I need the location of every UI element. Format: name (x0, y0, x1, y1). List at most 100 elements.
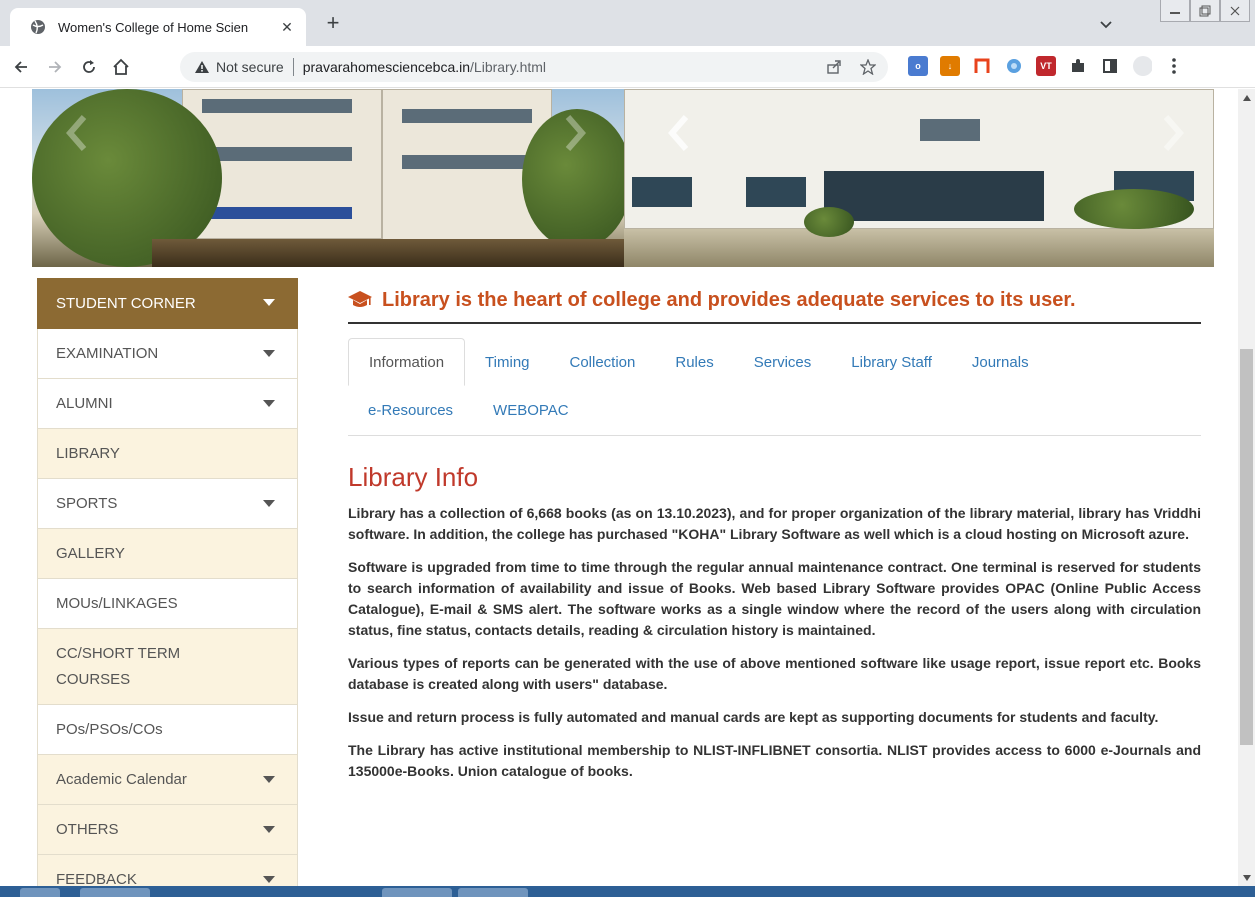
tab-services[interactable]: Services (734, 338, 832, 386)
scroll-down-icon[interactable] (1238, 869, 1255, 886)
extension-4-icon[interactable] (1004, 56, 1024, 76)
section-title: Library Info (348, 462, 479, 492)
caret-down-icon (263, 825, 275, 833)
sidebar-item-label: Academic Calendar (56, 771, 187, 788)
scroll-up-icon[interactable] (1238, 89, 1255, 106)
library-tabs: Information Timing Collection Rules Serv… (348, 338, 1201, 436)
tab-journals[interactable]: Journals (952, 338, 1049, 386)
paragraph: Library has a collection of 6,668 books … (348, 505, 1201, 542)
window-controls (1160, 0, 1250, 22)
warning-icon[interactable] (194, 59, 210, 75)
paragraph: Issue and return process is fully automa… (348, 709, 1159, 725)
graduation-cap-icon (348, 290, 374, 310)
sidebar-item-label: OTHERS (56, 821, 119, 838)
sidebar-item-sports[interactable]: SPORTS (37, 479, 298, 529)
tab-rules[interactable]: Rules (655, 338, 733, 386)
sidebar-item-mous-linkages[interactable]: MOUs/LINKAGES (37, 579, 298, 629)
sidebar-item-academic-calendar[interactable]: Academic Calendar (37, 755, 298, 805)
tab-row-2: e-Resources WEBOPAC (348, 386, 1201, 434)
chevron-right-icon[interactable] (1154, 109, 1194, 157)
security-label[interactable]: Not secure (216, 59, 284, 75)
browser-tab[interactable]: Women's College of Home Scien ✕ (10, 8, 306, 46)
sidebar-item-alumni[interactable]: ALUMNI (37, 379, 298, 429)
paragraph: Various types of reports can be generate… (348, 655, 1201, 692)
page-heading: Library is the heart of college and prov… (348, 278, 1201, 324)
extension-5-icon[interactable]: VT (1036, 56, 1056, 76)
profile-avatar-icon[interactable] (1132, 56, 1152, 76)
scrollbar-thumb[interactable] (1240, 349, 1253, 745)
caret-down-icon (263, 399, 275, 407)
sidebar-menu: STUDENT CORNER EXAMINATION ALUMNI LIBRAR… (37, 278, 298, 886)
close-window-icon[interactable] (1220, 0, 1250, 22)
taskbar-item[interactable] (458, 888, 528, 897)
reload-icon[interactable] (78, 56, 100, 78)
sidebar-item-label: MOUs/LINKAGES (56, 595, 178, 612)
tab-row-1: Information Timing Collection Rules Serv… (348, 338, 1201, 386)
sidebar-item-label: LIBRARY (56, 445, 120, 462)
heading-text: Library is the heart of college and prov… (382, 288, 1076, 311)
url-separator (292, 58, 294, 76)
back-arrow-icon[interactable] (10, 56, 32, 78)
paragraph: Software is upgraded from time to time t… (348, 559, 1201, 638)
taskbar-item[interactable] (80, 888, 150, 897)
chevron-left-icon[interactable] (56, 109, 96, 157)
taskbar-item[interactable] (20, 888, 60, 897)
tab-library-staff[interactable]: Library Staff (831, 338, 952, 386)
restore-icon[interactable] (1190, 0, 1220, 22)
sidepanel-icon[interactable] (1100, 56, 1120, 76)
paragraph: The Library has active institutional mem… (348, 742, 1201, 779)
extension-2-icon[interactable]: ↓ (940, 56, 960, 76)
share-icon[interactable] (826, 59, 842, 75)
web-page: STUDENT CORNER EXAMINATION ALUMNI LIBRAR… (0, 89, 1238, 886)
tab-collection[interactable]: Collection (550, 338, 656, 386)
chevron-left-icon[interactable] (658, 109, 698, 157)
caret-down-icon (263, 499, 275, 507)
sidebar-item-label: SPORTS (56, 495, 118, 512)
campus-courtyard-photo (624, 89, 1214, 267)
college-building-photo (32, 89, 632, 267)
url-text[interactable]: pravarahomesciencebca.in/Library.html (303, 59, 546, 75)
close-tab-icon[interactable]: ✕ (278, 19, 296, 36)
sidebar-item-feedback[interactable]: FEEDBACK (37, 855, 298, 886)
url-host: pravarahomesciencebca.in (302, 59, 471, 75)
sidebar-item-short-term-courses[interactable]: CC/SHORT TERM COURSES (37, 629, 298, 705)
star-icon[interactable] (860, 59, 876, 75)
minimize-icon[interactable] (1160, 0, 1190, 22)
sidebar-item-label: GALLERY (56, 545, 125, 562)
caret-down-icon (263, 875, 275, 883)
address-bar[interactable]: Not secure pravarahomesciencebca.in/Libr… (180, 52, 888, 82)
sidebar-item-student-corner[interactable]: STUDENT CORNER (37, 278, 298, 329)
taskbar-item[interactable] (382, 888, 452, 897)
sidebar-item-label: ALUMNI (56, 395, 113, 412)
chevron-down-icon[interactable] (1098, 16, 1114, 32)
sidebar-item-others[interactable]: OTHERS (37, 805, 298, 855)
tab-title: Women's College of Home Scien (58, 19, 249, 35)
globe-icon (30, 19, 46, 35)
sidebar-item-label: EXAMINATION (56, 345, 159, 362)
home-icon[interactable] (110, 56, 132, 78)
sidebar-item-gallery[interactable]: GALLERY (37, 529, 298, 579)
chevron-right-icon[interactable] (556, 109, 596, 157)
caret-down-icon (263, 299, 275, 306)
caret-down-icon (263, 775, 275, 783)
sidebar-item-pos-psos-cos[interactable]: POs/PSOs/COs (37, 705, 298, 755)
tab-timing[interactable]: Timing (465, 338, 549, 386)
sidebar-item-label: POs/PSOs/COs (56, 721, 163, 738)
browser-tabstrip: Women's College of Home Scien ✕ + (0, 0, 1255, 46)
tab-information[interactable]: Information (348, 338, 466, 386)
main-content: Library is the heart of college and prov… (348, 278, 1201, 782)
new-tab-button[interactable]: + (321, 12, 345, 36)
menu-kebab-icon[interactable] (1164, 56, 1184, 76)
extension-3-icon[interactable] (972, 56, 992, 76)
tab-webopac[interactable]: WEBOPAC (473, 386, 589, 434)
sidebar-item-examination[interactable]: EXAMINATION (37, 329, 298, 379)
puzzle-icon[interactable] (1068, 56, 1088, 76)
sidebar-item-library[interactable]: LIBRARY (37, 429, 298, 479)
forward-arrow-icon[interactable] (44, 56, 66, 78)
tab-e-resources[interactable]: e-Resources (348, 386, 473, 434)
sidebar-item-label: FEEDBACK (56, 871, 137, 886)
url-path: /Library.html (470, 59, 547, 75)
vertical-scrollbar[interactable] (1238, 89, 1255, 886)
extension-1-icon[interactable]: o (908, 56, 928, 76)
sidebar-item-label: STUDENT CORNER (56, 294, 196, 312)
